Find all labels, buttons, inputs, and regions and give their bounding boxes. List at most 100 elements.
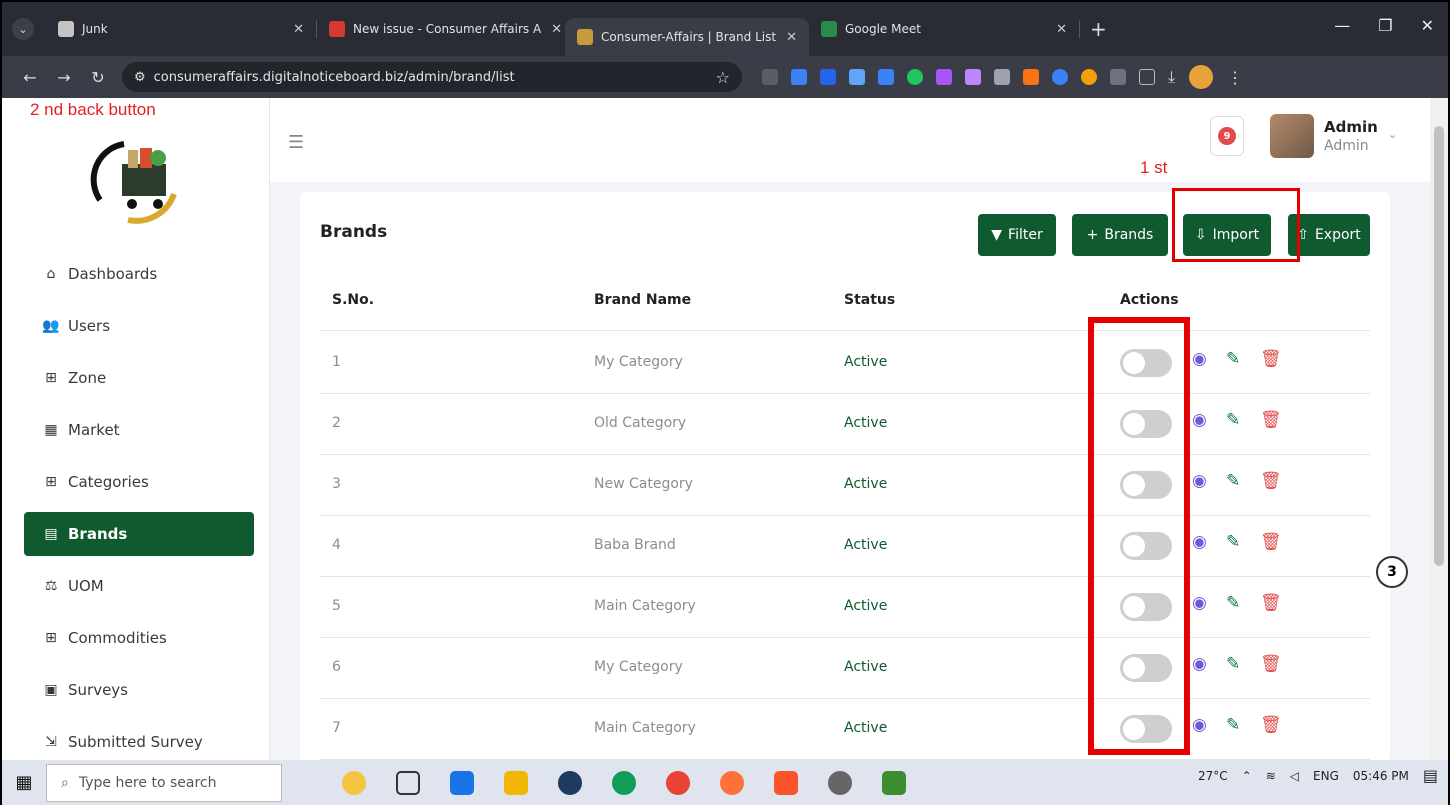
extension-icon[interactable] <box>1052 69 1068 85</box>
browser-menu-icon[interactable]: ⋮ <box>1227 68 1243 87</box>
wifi-icon[interactable]: ≋ <box>1266 769 1276 783</box>
view-eye-icon[interactable]: ◉ <box>1192 471 1207 491</box>
edit-pencil-icon[interactable]: ✎ <box>1226 715 1240 735</box>
close-tab-icon[interactable]: ✕ <box>776 30 797 45</box>
settings-gear-icon[interactable] <box>828 770 852 795</box>
sidebar-item-users[interactable]: 👥 Users <box>24 300 254 352</box>
delete-trash-icon[interactable]: 🗑 <box>1260 593 1282 613</box>
minimize-icon[interactable]: — <box>1334 16 1350 35</box>
app-icon[interactable] <box>450 770 474 795</box>
delete-trash-icon[interactable]: 🗑 <box>1260 471 1282 491</box>
windows-start-icon[interactable]: ▦ <box>2 772 46 793</box>
address-bar[interactable]: ⚙ consumeraffairs.digitalnoticeboard.biz… <box>122 62 742 92</box>
url-text: consumeraffairs.digitalnoticeboard.biz/a… <box>153 69 515 85</box>
scrollbar-thumb[interactable] <box>1434 126 1444 566</box>
browser-tab-active[interactable]: Consumer-Affairs | Brand List ✕ <box>565 18 809 56</box>
firefox-icon[interactable] <box>720 770 744 795</box>
extension-icon[interactable] <box>965 69 981 85</box>
sidebar-item-uom[interactable]: ⚖ UOM <box>24 560 254 612</box>
app-icon[interactable] <box>882 770 906 795</box>
extension-icon[interactable] <box>1023 69 1039 85</box>
brave-icon[interactable] <box>774 770 798 795</box>
extension-icon[interactable] <box>849 69 865 85</box>
close-tab-icon[interactable]: ✕ <box>541 22 562 37</box>
avatar[interactable] <box>1270 114 1314 158</box>
extension-icon[interactable] <box>994 69 1010 85</box>
notifications-icon[interactable]: ▤ <box>1423 766 1438 785</box>
sno-cell: 6 <box>332 659 341 675</box>
sidebar-item-zone[interactable]: ⊞ Zone <box>24 352 254 404</box>
extensions-puzzle-icon[interactable] <box>1139 69 1155 85</box>
close-tab-icon[interactable]: ✕ <box>283 22 304 37</box>
delete-trash-icon[interactable]: 🗑 <box>1260 532 1282 552</box>
view-eye-icon[interactable]: ◉ <box>1192 654 1207 674</box>
weather-widget-icon[interactable] <box>342 770 366 795</box>
extension-icon[interactable] <box>791 69 807 85</box>
language-indicator[interactable]: ENG <box>1313 769 1339 783</box>
extension-icon[interactable] <box>878 69 894 85</box>
browser-tab[interactable]: Junk ✕ <box>46 10 316 48</box>
extension-icon[interactable] <box>936 69 952 85</box>
profile-avatar[interactable] <box>1189 65 1214 89</box>
chevron-down-icon[interactable]: ⌄ <box>1388 128 1397 141</box>
task-view-icon[interactable] <box>396 770 420 795</box>
sidebar-item-commodities[interactable]: ⊞ Commodities <box>24 612 254 664</box>
view-eye-icon[interactable]: ◉ <box>1192 410 1207 430</box>
delete-trash-icon[interactable]: 🗑 <box>1260 654 1282 674</box>
view-eye-icon[interactable]: ◉ <box>1192 593 1207 613</box>
brand-name-cell: Old Category <box>594 415 687 431</box>
chevron-up-icon[interactable]: ⌃ <box>1242 769 1252 783</box>
back-arrow-icon[interactable]: ← <box>16 68 44 87</box>
tab-search-button[interactable]: ⌄ <box>12 18 34 40</box>
app-icon[interactable] <box>558 770 582 795</box>
extension-icon[interactable] <box>820 69 836 85</box>
page-scrollbar[interactable] <box>1430 98 1448 760</box>
close-tab-icon[interactable]: ✕ <box>1046 22 1067 37</box>
chrome-icon[interactable] <box>666 770 690 795</box>
edit-pencil-icon[interactable]: ✎ <box>1226 654 1240 674</box>
taskbar-search-input[interactable]: ⌕ Type here to search <box>46 763 282 802</box>
browser-tab[interactable]: New issue - Consumer Affairs A ✕ <box>317 10 565 48</box>
sidebar-item-market[interactable]: ▦ Market <box>24 404 254 456</box>
brand-name-cell: Baba Brand <box>594 537 676 553</box>
app-icon[interactable] <box>612 770 636 795</box>
reload-icon[interactable]: ↻ <box>84 68 112 87</box>
delete-trash-icon[interactable]: 🗑 <box>1260 349 1282 369</box>
file-explorer-icon[interactable] <box>504 770 528 795</box>
extension-icon[interactable] <box>1110 69 1126 85</box>
volume-icon[interactable]: ◁ <box>1290 769 1299 783</box>
edit-pencil-icon[interactable]: ✎ <box>1226 471 1240 491</box>
export-button[interactable]: ⇧ Export <box>1288 214 1370 256</box>
extension-icon[interactable] <box>1081 69 1097 85</box>
download-icon[interactable]: ⤓ <box>1168 67 1175 87</box>
edit-pencil-icon[interactable]: ✎ <box>1226 532 1240 552</box>
bookmark-star-icon[interactable]: ☆ <box>716 68 730 87</box>
new-tab-icon[interactable]: + <box>1090 17 1107 41</box>
notification-bell-button[interactable]: 9 <box>1210 116 1244 156</box>
sidebar-item-dashboards[interactable]: ⌂ Dashboards <box>24 248 254 300</box>
sidebar-item-label: Submitted Survey <box>68 733 203 751</box>
view-eye-icon[interactable]: ◉ <box>1192 532 1207 552</box>
add-brand-button[interactable]: + Brands <box>1072 214 1168 256</box>
extension-icon[interactable] <box>762 69 778 85</box>
close-window-icon[interactable]: ✕ <box>1421 16 1434 35</box>
edit-pencil-icon[interactable]: ✎ <box>1226 593 1240 613</box>
delete-trash-icon[interactable]: 🗑 <box>1260 410 1282 430</box>
extension-icon[interactable] <box>907 69 923 85</box>
restore-icon[interactable]: ❐ <box>1378 16 1392 35</box>
site-info-icon[interactable]: ⚙ <box>134 70 146 85</box>
filter-button[interactable]: ▼ Filter <box>978 214 1056 256</box>
sidebar-item-categories[interactable]: ⊞ Categories <box>24 456 254 508</box>
sidebar-item-surveys[interactable]: ▣ Surveys <box>24 664 254 716</box>
view-eye-icon[interactable]: ◉ <box>1192 349 1207 369</box>
table-row: 4 Baba Brand Active ◉ ✎ 🗑 <box>300 515 1390 576</box>
clock[interactable]: 05:46 PM <box>1353 769 1409 783</box>
forward-arrow-icon[interactable]: → <box>50 68 78 87</box>
sidebar-item-brands[interactable]: ▤ Brands <box>24 512 254 556</box>
view-eye-icon[interactable]: ◉ <box>1192 715 1207 735</box>
edit-pencil-icon[interactable]: ✎ <box>1226 410 1240 430</box>
edit-pencil-icon[interactable]: ✎ <box>1226 349 1240 369</box>
hamburger-menu-icon[interactable]: ☰ <box>288 132 304 153</box>
delete-trash-icon[interactable]: 🗑 <box>1260 715 1282 735</box>
browser-tab[interactable]: Google Meet ✕ <box>809 10 1079 48</box>
